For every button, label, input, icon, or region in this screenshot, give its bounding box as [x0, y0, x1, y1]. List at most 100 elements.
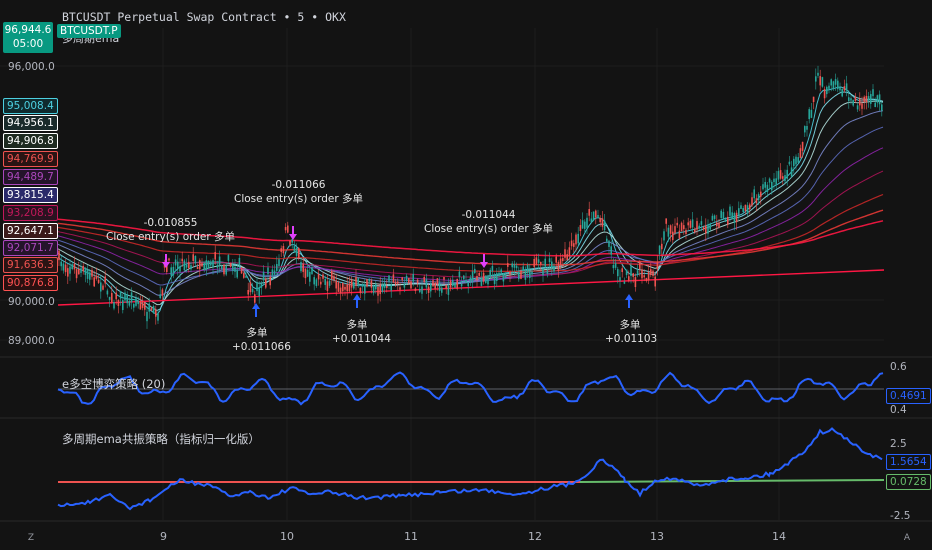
ema-tag-11: 90,876.8 [3, 275, 58, 291]
trade-close-1-label: Close entry(s) order 多单 [106, 231, 236, 243]
candle-body [480, 278, 483, 286]
candle-body [573, 243, 575, 247]
candle-body [372, 285, 375, 294]
candle-body [467, 282, 469, 287]
candle-body [755, 198, 758, 204]
candle-body [441, 287, 443, 293]
candle-body [795, 156, 797, 165]
candle-body [240, 267, 243, 274]
candle-body [287, 225, 289, 233]
candle-body [309, 271, 311, 282]
candle-body [551, 261, 553, 268]
candle-body [562, 258, 564, 262]
price-tick-96000: 96,000.0 [8, 61, 55, 73]
candle-body [841, 88, 843, 97]
candle-body [546, 270, 549, 274]
candle-body [194, 256, 197, 264]
candle-body [337, 282, 340, 292]
candle-body [672, 231, 674, 241]
candle-body [520, 271, 522, 279]
candle-body [293, 246, 296, 253]
candle-body [702, 227, 705, 230]
candle-body [106, 290, 109, 295]
pane3-title[interactable]: 多周期ema共振策略（指标归一化版） [62, 431, 260, 447]
candle-body [128, 300, 131, 306]
candle-body [379, 284, 381, 295]
candle-body [177, 261, 179, 269]
candle-body [152, 306, 155, 313]
candle-body [826, 86, 828, 95]
candle-body [375, 284, 377, 290]
candle-body [381, 285, 384, 293]
candle-body [548, 258, 551, 263]
candle-body [320, 281, 322, 285]
candle-body [188, 261, 190, 269]
candle-body [852, 99, 854, 106]
candle-body [157, 313, 159, 321]
pane3-value-tag-green: 0.0728 [886, 474, 931, 490]
candle-body [421, 286, 423, 294]
candle-body [256, 282, 258, 292]
candle-body [650, 269, 652, 275]
candle-body [328, 280, 331, 286]
candle-body [810, 109, 813, 118]
candle-body [867, 96, 870, 101]
candle-body [760, 191, 762, 197]
trade-entry-2: 多单 +0.011044 [332, 318, 391, 346]
candle-body [793, 158, 795, 167]
candle-body [656, 262, 659, 270]
candle-body [280, 248, 282, 252]
zoom-button[interactable]: Z [24, 531, 38, 545]
candle-body [139, 301, 142, 310]
candle-body [744, 204, 747, 211]
candle-body [460, 283, 463, 287]
candle-body [322, 274, 324, 279]
candle-body [579, 225, 582, 232]
candle-body [67, 268, 69, 277]
candle-body [71, 264, 73, 270]
candle-body [676, 222, 678, 226]
ema-tag-3: 94,906.8 [3, 133, 58, 149]
pane2-line [57, 371, 884, 406]
candle-body [564, 249, 566, 258]
pane2-title[interactable]: e多空博弈策略 (20) [62, 376, 165, 392]
candle-body [502, 273, 505, 282]
candle-body [232, 264, 234, 271]
candle-body [196, 266, 199, 269]
candle-body [625, 269, 628, 275]
candle-body [260, 283, 263, 288]
candle-body [130, 292, 133, 303]
candle-body [168, 258, 170, 261]
candle-body [353, 282, 355, 289]
candle-body [515, 265, 518, 269]
candle-body [300, 261, 302, 272]
candle-body [181, 258, 183, 262]
price-tick-89000: 89,000.0 [8, 335, 55, 347]
candle-body [284, 227, 287, 231]
candle-body [331, 270, 333, 280]
candle-body [645, 277, 648, 282]
candle-body [610, 246, 612, 255]
candle-body [764, 181, 766, 188]
candle-body [597, 215, 599, 219]
candle-body [368, 279, 370, 282]
candle-body [738, 208, 740, 216]
candle-body [581, 220, 584, 229]
candle-body [412, 273, 414, 282]
price-chart[interactable] [0, 0, 932, 550]
candle-body [144, 302, 146, 310]
candle-body [797, 157, 799, 163]
candle-body [469, 277, 472, 282]
candle-body [212, 260, 214, 268]
candle-body [711, 215, 714, 221]
ema-tag-2: 94,956.1 [3, 115, 58, 131]
candle-body [518, 272, 520, 280]
candle-body [192, 254, 194, 261]
candle-body [78, 268, 80, 275]
candle-body [60, 261, 62, 267]
candle-body [522, 266, 524, 272]
candle-body [507, 263, 509, 267]
time-tick-9: 9 [160, 530, 167, 543]
candle-body [348, 283, 351, 292]
auto-scale-button[interactable]: A [900, 531, 914, 545]
